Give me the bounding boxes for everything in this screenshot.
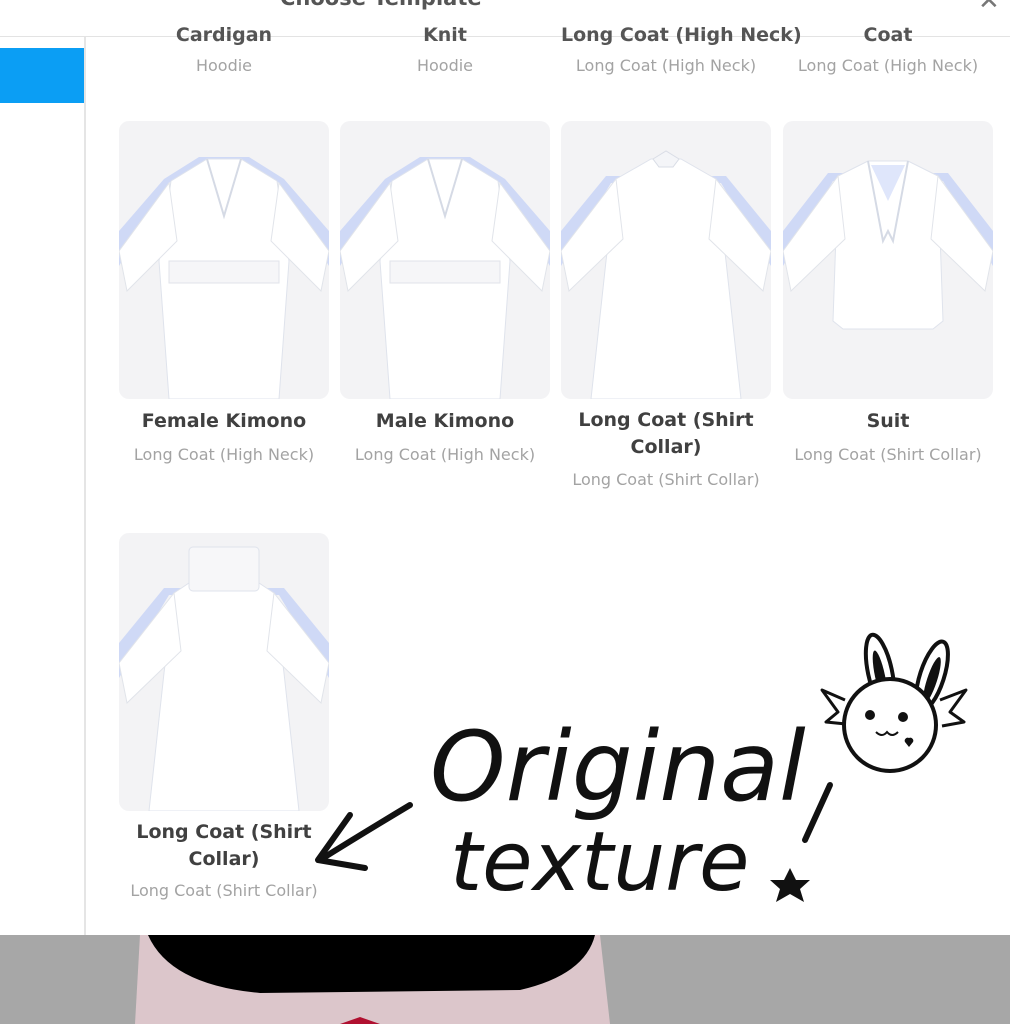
choose-template-dialog: Choose Template ✕ Cardigan Hoodie Knit H… [0, 0, 1010, 935]
sidebar-item-selected[interactable] [0, 48, 84, 103]
template-title: Knit [423, 24, 467, 46]
template-title: Male Kimono [375, 410, 515, 432]
category-sidebar [0, 37, 86, 935]
template-card-long-coat-high-neck[interactable]: Long Coat (High Neck) Long Coat (High Ne… [561, 24, 802, 86]
template-subtitle: Long Coat (Shirt Collar) [130, 881, 318, 900]
template-title: Long Coat (Shirt Collar) [578, 409, 754, 458]
template-thumbnail [340, 121, 550, 399]
template-subtitle: Long Coat (Shirt Collar) [794, 445, 982, 464]
template-subtitle: Hoodie [195, 56, 253, 75]
template-title: Cardigan [175, 24, 273, 46]
template-subtitle: Long Coat (High Neck) [354, 445, 536, 464]
template-card-suit[interactable]: Suit Long Coat (Shirt Collar) [783, 121, 993, 471]
template-subtitle: Long Coat (High Neck) [133, 445, 315, 464]
template-card-cardigan[interactable]: Cardigan Hoodie [119, 24, 329, 86]
template-title: Coat [863, 24, 913, 46]
template-title: Long Coat (Shirt Collar) [136, 821, 312, 870]
template-title: Long Coat (High Neck) [561, 24, 802, 46]
template-thumbnail [783, 121, 993, 399]
template-subtitle: Hoodie [416, 56, 474, 75]
template-card-long-coat-shirt-collar[interactable]: Long Coat (Shirt Collar) Long Coat (Shir… [561, 121, 771, 491]
template-card-knit[interactable]: Knit Hoodie [340, 24, 550, 86]
template-card-coat[interactable]: Coat Long Coat (High Neck) [783, 24, 993, 86]
template-card-long-coat-shirt-collar[interactable]: Long Coat (Shirt Collar) Long Coat (Shir… [119, 533, 329, 908]
template-card-male-kimono[interactable]: Male Kimono Long Coat (High Neck) [340, 121, 550, 471]
template-title: Suit [866, 410, 910, 432]
close-icon[interactable]: ✕ [978, 0, 1000, 16]
template-thumbnail [119, 121, 329, 399]
template-card-female-kimono[interactable]: Female Kimono Long Coat (High Neck) [119, 121, 329, 471]
template-subtitle: Long Coat (High Neck) [575, 56, 757, 75]
template-subtitle: Long Coat (High Neck) [797, 56, 979, 75]
preview-area [0, 935, 1010, 1024]
template-title: Female Kimono [141, 410, 307, 432]
template-thumbnail [561, 121, 771, 399]
template-subtitle: Long Coat (Shirt Collar) [572, 470, 760, 489]
dialog-title: Choose Template [280, 0, 482, 10]
template-thumbnail [119, 533, 329, 811]
